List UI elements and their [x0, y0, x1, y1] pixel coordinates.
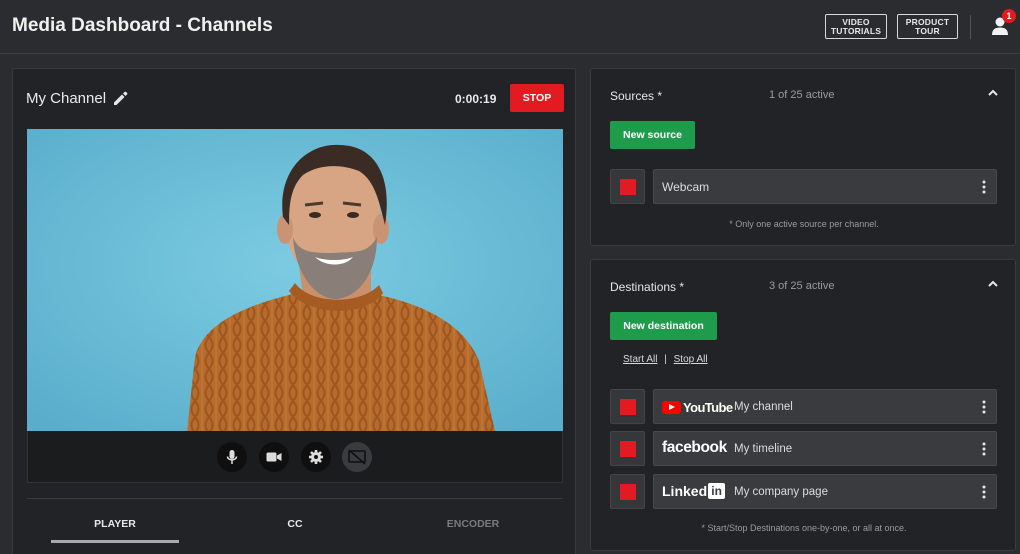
- screen-off-icon: [348, 449, 366, 465]
- sources-note: * Only one active source per channel.: [729, 219, 879, 229]
- product-tour-button[interactable]: PRODUCT TOUR: [897, 14, 958, 39]
- stop-all-link[interactable]: Stop All: [674, 354, 708, 365]
- destination-toggle-youtube[interactable]: [610, 389, 645, 424]
- camera-button[interactable]: [259, 442, 289, 472]
- destinations-count: 3 of 25 active: [769, 280, 835, 292]
- divider: [970, 15, 971, 39]
- player-controls: [27, 431, 563, 483]
- video-tutorials-button[interactable]: VIDEO TUTORIALS: [825, 14, 887, 39]
- source-toggle[interactable]: [610, 169, 645, 204]
- gear-icon: [309, 450, 323, 464]
- more-options-icon[interactable]: [982, 442, 986, 456]
- channel-panel: My Channel 0:00:19 STOP PLAYER CC ENCODE…: [12, 68, 576, 554]
- sources-panel: Sources * 1 of 25 active New source Webc…: [590, 68, 1016, 246]
- more-options-icon[interactable]: [982, 180, 986, 194]
- new-destination-button[interactable]: New destination: [610, 312, 717, 340]
- youtube-play-icon: [662, 400, 681, 414]
- sources-title: Sources *: [610, 89, 663, 103]
- page-title: Media Dashboard - Channels: [12, 15, 273, 36]
- destination-toggle-linkedin[interactable]: [610, 474, 645, 509]
- destination-label: My channel: [734, 401, 793, 413]
- destination-item-linkedin[interactable]: Linked in My company page: [653, 474, 997, 509]
- video-preview: [27, 129, 563, 431]
- source-item[interactable]: Webcam: [653, 169, 997, 204]
- new-source-button[interactable]: New source: [610, 121, 695, 149]
- channel-name: My Channel: [26, 90, 107, 107]
- chevron-up-icon[interactable]: [987, 88, 999, 98]
- destinations-title: Destinations *: [610, 280, 685, 294]
- source-label: Webcam: [662, 180, 710, 194]
- tabs-divider: [27, 498, 563, 499]
- chevron-up-icon[interactable]: [987, 279, 999, 289]
- destination-item-facebook[interactable]: facebook My timeline: [653, 431, 997, 466]
- more-options-icon[interactable]: [982, 485, 986, 499]
- webcam-image: [27, 129, 563, 431]
- microphone-button[interactable]: [217, 442, 247, 472]
- stream-timer: 0:00:19: [455, 92, 497, 106]
- start-stop-links: Start All | Stop All: [623, 354, 708, 365]
- destination-toggle-facebook[interactable]: [610, 431, 645, 466]
- start-all-link[interactable]: Start All: [623, 354, 657, 365]
- destination-label: My timeline: [734, 443, 793, 455]
- top-bar: Media Dashboard - Channels VIDEO TUTORIA…: [0, 0, 1020, 54]
- tab-cc[interactable]: CC: [231, 518, 359, 530]
- facebook-logo: facebook: [662, 439, 727, 456]
- camera-icon: [266, 452, 282, 462]
- stop-button[interactable]: STOP: [510, 84, 564, 112]
- sources-count: 1 of 25 active: [769, 89, 835, 101]
- link-separator: |: [664, 354, 667, 365]
- destinations-note: * Start/Stop Destinations one-by-one, or…: [701, 523, 907, 533]
- microphone-icon: [226, 450, 238, 464]
- notification-badge[interactable]: 1: [1002, 9, 1016, 23]
- linkedin-logo: Linked in: [662, 483, 726, 499]
- pencil-icon[interactable]: [112, 90, 129, 107]
- active-tab-indicator: [51, 540, 179, 543]
- settings-button[interactable]: [301, 442, 331, 472]
- destination-label: My company page: [734, 486, 828, 498]
- screen-share-button[interactable]: [342, 442, 372, 472]
- tab-player[interactable]: PLAYER: [51, 518, 179, 530]
- youtube-logo: YouTube: [662, 399, 733, 415]
- destinations-panel: Destinations * 3 of 25 active New destin…: [590, 259, 1016, 551]
- destination-item-youtube[interactable]: YouTube My channel: [653, 389, 997, 424]
- more-options-icon[interactable]: [982, 400, 986, 414]
- tab-encoder[interactable]: ENCODER: [409, 518, 537, 530]
